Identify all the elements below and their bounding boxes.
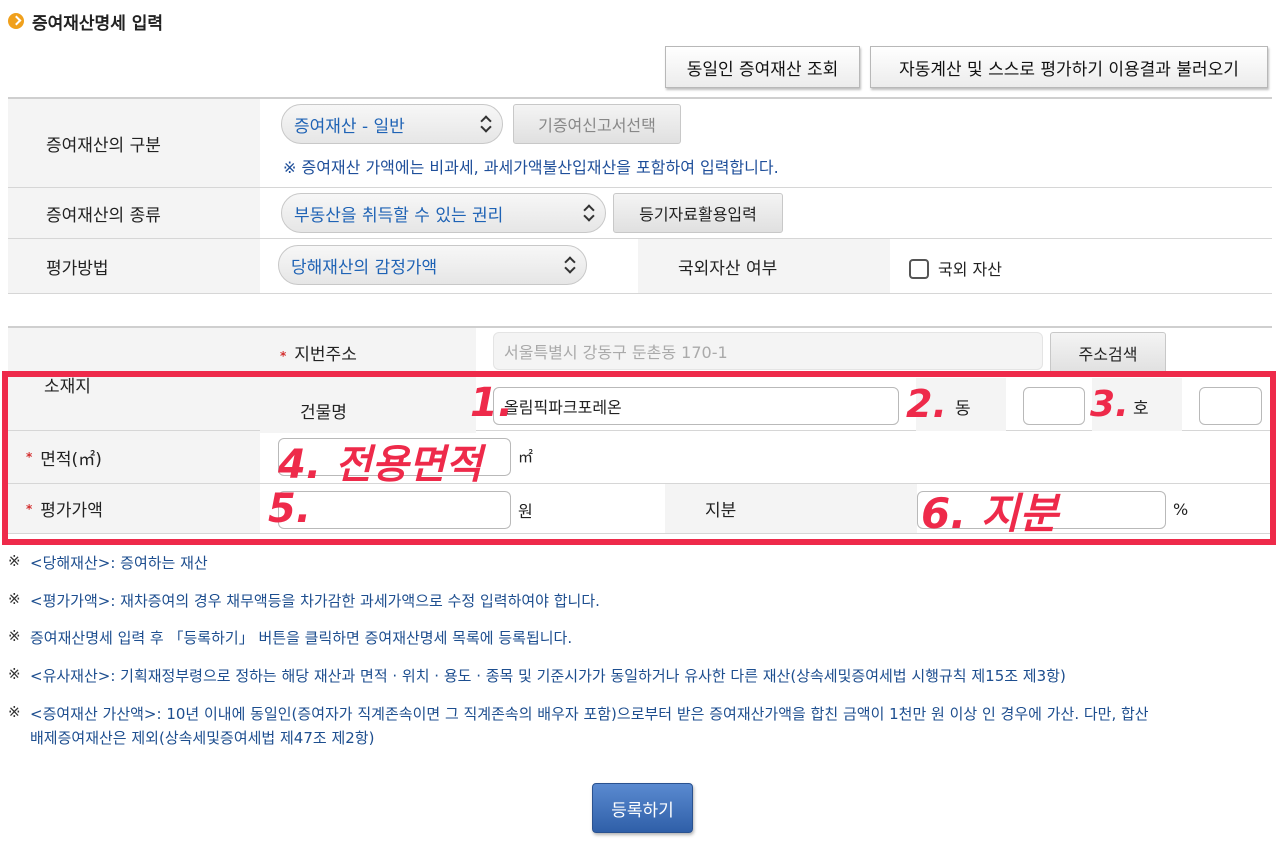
area-input[interactable]	[278, 438, 511, 476]
note-item: ※ <당해재산>: 증여하는 재산	[8, 552, 208, 573]
row-area: * 면적(㎡)	[8, 431, 1272, 484]
address-input[interactable]: 서울특별시 강동구 둔촌동 170-1	[493, 332, 1043, 370]
note-item: ※ 증여재산명세 입력 후 「등록하기」 버튼을 클릭하면 증여재산명세 목록에 …	[8, 627, 572, 648]
value-unit: 원	[518, 502, 533, 521]
chevron-right-icon	[8, 13, 24, 29]
chevron-updown-icon	[583, 206, 593, 220]
ho-label: 호	[1133, 399, 1149, 419]
register-button[interactable]: 등록하기	[592, 783, 693, 833]
share-input[interactable]	[917, 491, 1166, 529]
chevron-updown-icon	[480, 117, 490, 131]
category-note: ※ 증여재산 가액에는 비과세, 과세가액불산입재산을 포함하여 입력합니다.	[283, 158, 779, 177]
foreign-asset-checkbox-label: 국외 자산	[938, 260, 1002, 279]
share-unit: %	[1173, 500, 1189, 519]
foreign-asset-label: 국외자산 여부	[638, 239, 890, 293]
note-mark: ※	[8, 590, 21, 608]
required-icon: *	[26, 501, 33, 516]
area-label: * 면적(㎡)	[8, 431, 260, 483]
category-select[interactable]: 증여재산 - 일반	[281, 104, 503, 144]
building-name-input[interactable]: 올림픽파크포레온	[493, 387, 899, 425]
note-item: ※ <증여재산 가산액>: 10년 이내에 동일인(증여자가 직계존속이면 그 직…	[8, 703, 1149, 724]
chevron-updown-icon	[564, 258, 574, 272]
building-label: 건물명	[300, 403, 347, 423]
address-search-button[interactable]: 주소검색	[1050, 332, 1166, 374]
share-label: 지분	[665, 484, 917, 533]
type-select[interactable]: 부동산을 취득할 수 있는 권리	[281, 193, 606, 233]
value-label-text: 평가가액	[40, 501, 103, 521]
address-label-text: 지번주소	[294, 345, 357, 365]
area-unit: ㎡	[518, 448, 534, 466]
type-label: 증여재산의 종류	[8, 188, 260, 238]
category-select-value: 증여재산 - 일반	[294, 116, 405, 137]
dong-input[interactable]	[1023, 387, 1085, 425]
note-mark: ※	[8, 703, 21, 721]
type-select-value: 부동산을 취득할 수 있는 권리	[294, 205, 504, 226]
note-item: 배제증여재산은 제외(상속세및증여세법 제47조 제2항)	[8, 727, 374, 748]
value-label: * 평가가액	[8, 484, 260, 533]
address-label: * 지번주소	[280, 340, 357, 365]
note-mark: ※	[8, 627, 21, 645]
value-input[interactable]	[278, 491, 511, 529]
note-text: <평가가액>: 재차증여의 경우 채무액등을 차가감한 과세가액으로 수정 입력…	[30, 592, 600, 610]
note-item: ※ <평가가액>: 재차증여의 경우 채무액등을 차가감한 과세가액으로 수정 입…	[8, 590, 600, 611]
area-label-text: 면적(㎡)	[40, 449, 102, 470]
method-label: 평가방법	[8, 239, 260, 293]
note-text: 배제증여재산은 제외(상속세및증여세법 제47조 제2항)	[30, 729, 375, 747]
method-select[interactable]: 당해재산의 감정가액	[278, 245, 587, 285]
same-person-inquiry-button[interactable]: 동일인 증여재산 조회	[665, 46, 860, 88]
section-title: 증여재산명세 입력	[8, 8, 163, 34]
required-icon: *	[280, 349, 287, 363]
required-icon: *	[26, 450, 33, 464]
row-method: 평가방법 국외자산 여부	[8, 239, 1272, 294]
section-title-text: 증여재산명세 입력	[32, 13, 164, 34]
building-label-cell	[260, 375, 476, 433]
category-label: 증여재산의 구분	[8, 99, 260, 187]
note-text: <증여재산 가산액>: 10년 이내에 동일인(증여자가 직계존속이면 그 직계…	[30, 705, 1149, 723]
load-auto-calc-button[interactable]: 자동계산 및 스스로 평가하기 이용결과 불러오기	[870, 46, 1268, 88]
note-text: <유사재산>: 기획재정부령으로 정하는 해당 재산과 면적 · 위치 · 용도…	[30, 667, 1066, 685]
method-select-value: 당해재산의 감정가액	[291, 257, 438, 278]
note-mark: ※	[8, 665, 21, 683]
note-text: <당해재산>: 증여하는 재산	[30, 554, 208, 572]
foreign-asset-checkbox[interactable]	[909, 259, 929, 279]
ho-input[interactable]	[1199, 387, 1262, 425]
dong-label: 동	[955, 399, 971, 419]
location-label: 소재지	[8, 328, 260, 430]
note-item: ※ <유사재산>: 기획재정부령으로 정하는 해당 재산과 면적 · 위치 · 용…	[8, 665, 1066, 686]
note-text: 증여재산명세 입력 후 「등록하기」 버튼을 클릭하면 증여재산명세 목록에 등…	[30, 629, 573, 647]
note-mark: ※	[8, 552, 21, 570]
registry-data-input-button[interactable]: 등기자료활용입력	[613, 193, 783, 233]
prior-gift-report-select-button[interactable]: 기증여신고서선택	[513, 104, 681, 144]
